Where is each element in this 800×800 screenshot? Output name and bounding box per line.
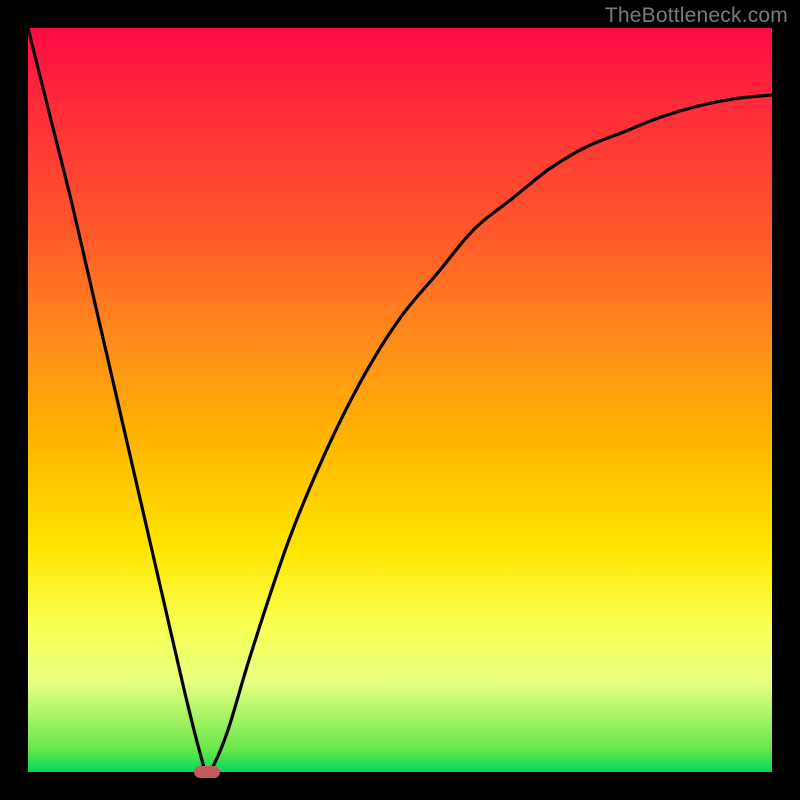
plot-area (28, 28, 772, 772)
curve-svg (28, 28, 772, 772)
bottleneck-curve (28, 28, 772, 773)
watermark-text: TheBottleneck.com (605, 4, 788, 28)
chart-frame: TheBottleneck.com (0, 0, 800, 800)
min-point-marker (194, 766, 220, 778)
